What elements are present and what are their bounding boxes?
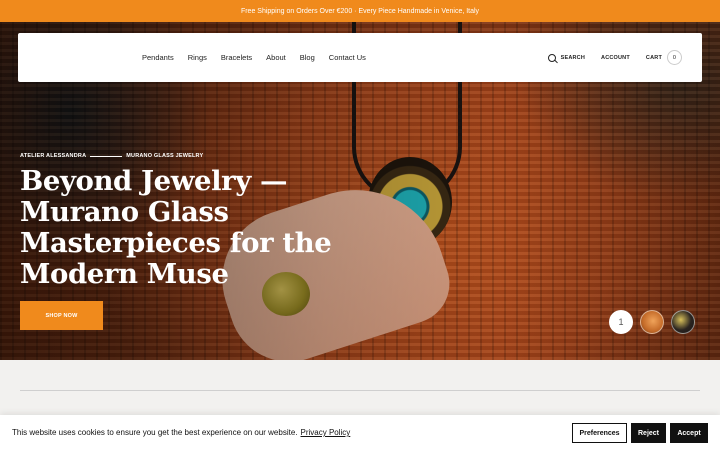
nav-link-about[interactable]: About (266, 53, 286, 62)
cart-button[interactable]: CART 0 (646, 50, 682, 65)
shop-now-button[interactable]: SHOP NOW (20, 301, 103, 330)
nav-links: Pendants Rings Bracelets About Blog Cont… (142, 33, 366, 82)
promo-text: Free Shipping on Orders Over €200 · Ever… (240, 7, 480, 15)
nav-link-pendants[interactable]: Pendants (142, 53, 174, 62)
nav-link-bracelets[interactable]: Bracelets (221, 53, 252, 62)
hero-eyebrow: ATELIER ALESSANDRA MURANO GLASS JEWELRY (20, 153, 203, 159)
hero-headline: Beyond Jewelry — Murano Glass Masterpiec… (20, 165, 332, 290)
search-label: SEARCH (560, 54, 586, 61)
eyebrow-divider (90, 155, 123, 157)
cart-label: CART (645, 54, 662, 61)
cookie-text: This website uses cookies to ensure you … (12, 428, 298, 437)
cart-count-badge: 0 (667, 50, 682, 65)
nav-link-blog[interactable]: Blog (300, 53, 315, 62)
cookie-preferences-button[interactable]: Preferences (572, 423, 627, 443)
nav-link-contact[interactable]: Contact Us (329, 53, 366, 62)
search-icon (547, 53, 556, 62)
cookie-banner: This website uses cookies to ensure you … (0, 415, 720, 450)
main-navigation: Pendants Rings Bracelets About Blog Cont… (18, 33, 702, 82)
slide-2-thumbnail[interactable] (640, 310, 664, 334)
eyebrow-category: MURANO GLASS JEWELRY (126, 153, 204, 159)
nav-utilities: SEARCH ACCOUNT CART 0 (547, 33, 682, 82)
cookie-reject-button[interactable]: Reject (631, 423, 666, 443)
privacy-policy-link[interactable]: Privacy Policy (301, 428, 351, 437)
account-link[interactable]: ACCOUNT (601, 55, 630, 61)
cookie-accept-button[interactable]: Accept (670, 423, 708, 443)
eyebrow-brand: ATELIER ALESSANDRA (20, 153, 87, 159)
slider-controls: 1 (609, 310, 695, 334)
promo-bar: Free Shipping on Orders Over €200 · Ever… (0, 0, 720, 22)
section-divider (20, 390, 700, 391)
slide-1-button[interactable]: 1 (609, 310, 633, 334)
slide-3-thumbnail[interactable] (671, 310, 695, 334)
cookie-message: This website uses cookies to ensure you … (12, 415, 350, 450)
cookie-actions: Preferences Reject Accept (572, 423, 708, 443)
search-button[interactable]: SEARCH (547, 53, 586, 62)
nav-link-rings[interactable]: Rings (188, 53, 207, 62)
